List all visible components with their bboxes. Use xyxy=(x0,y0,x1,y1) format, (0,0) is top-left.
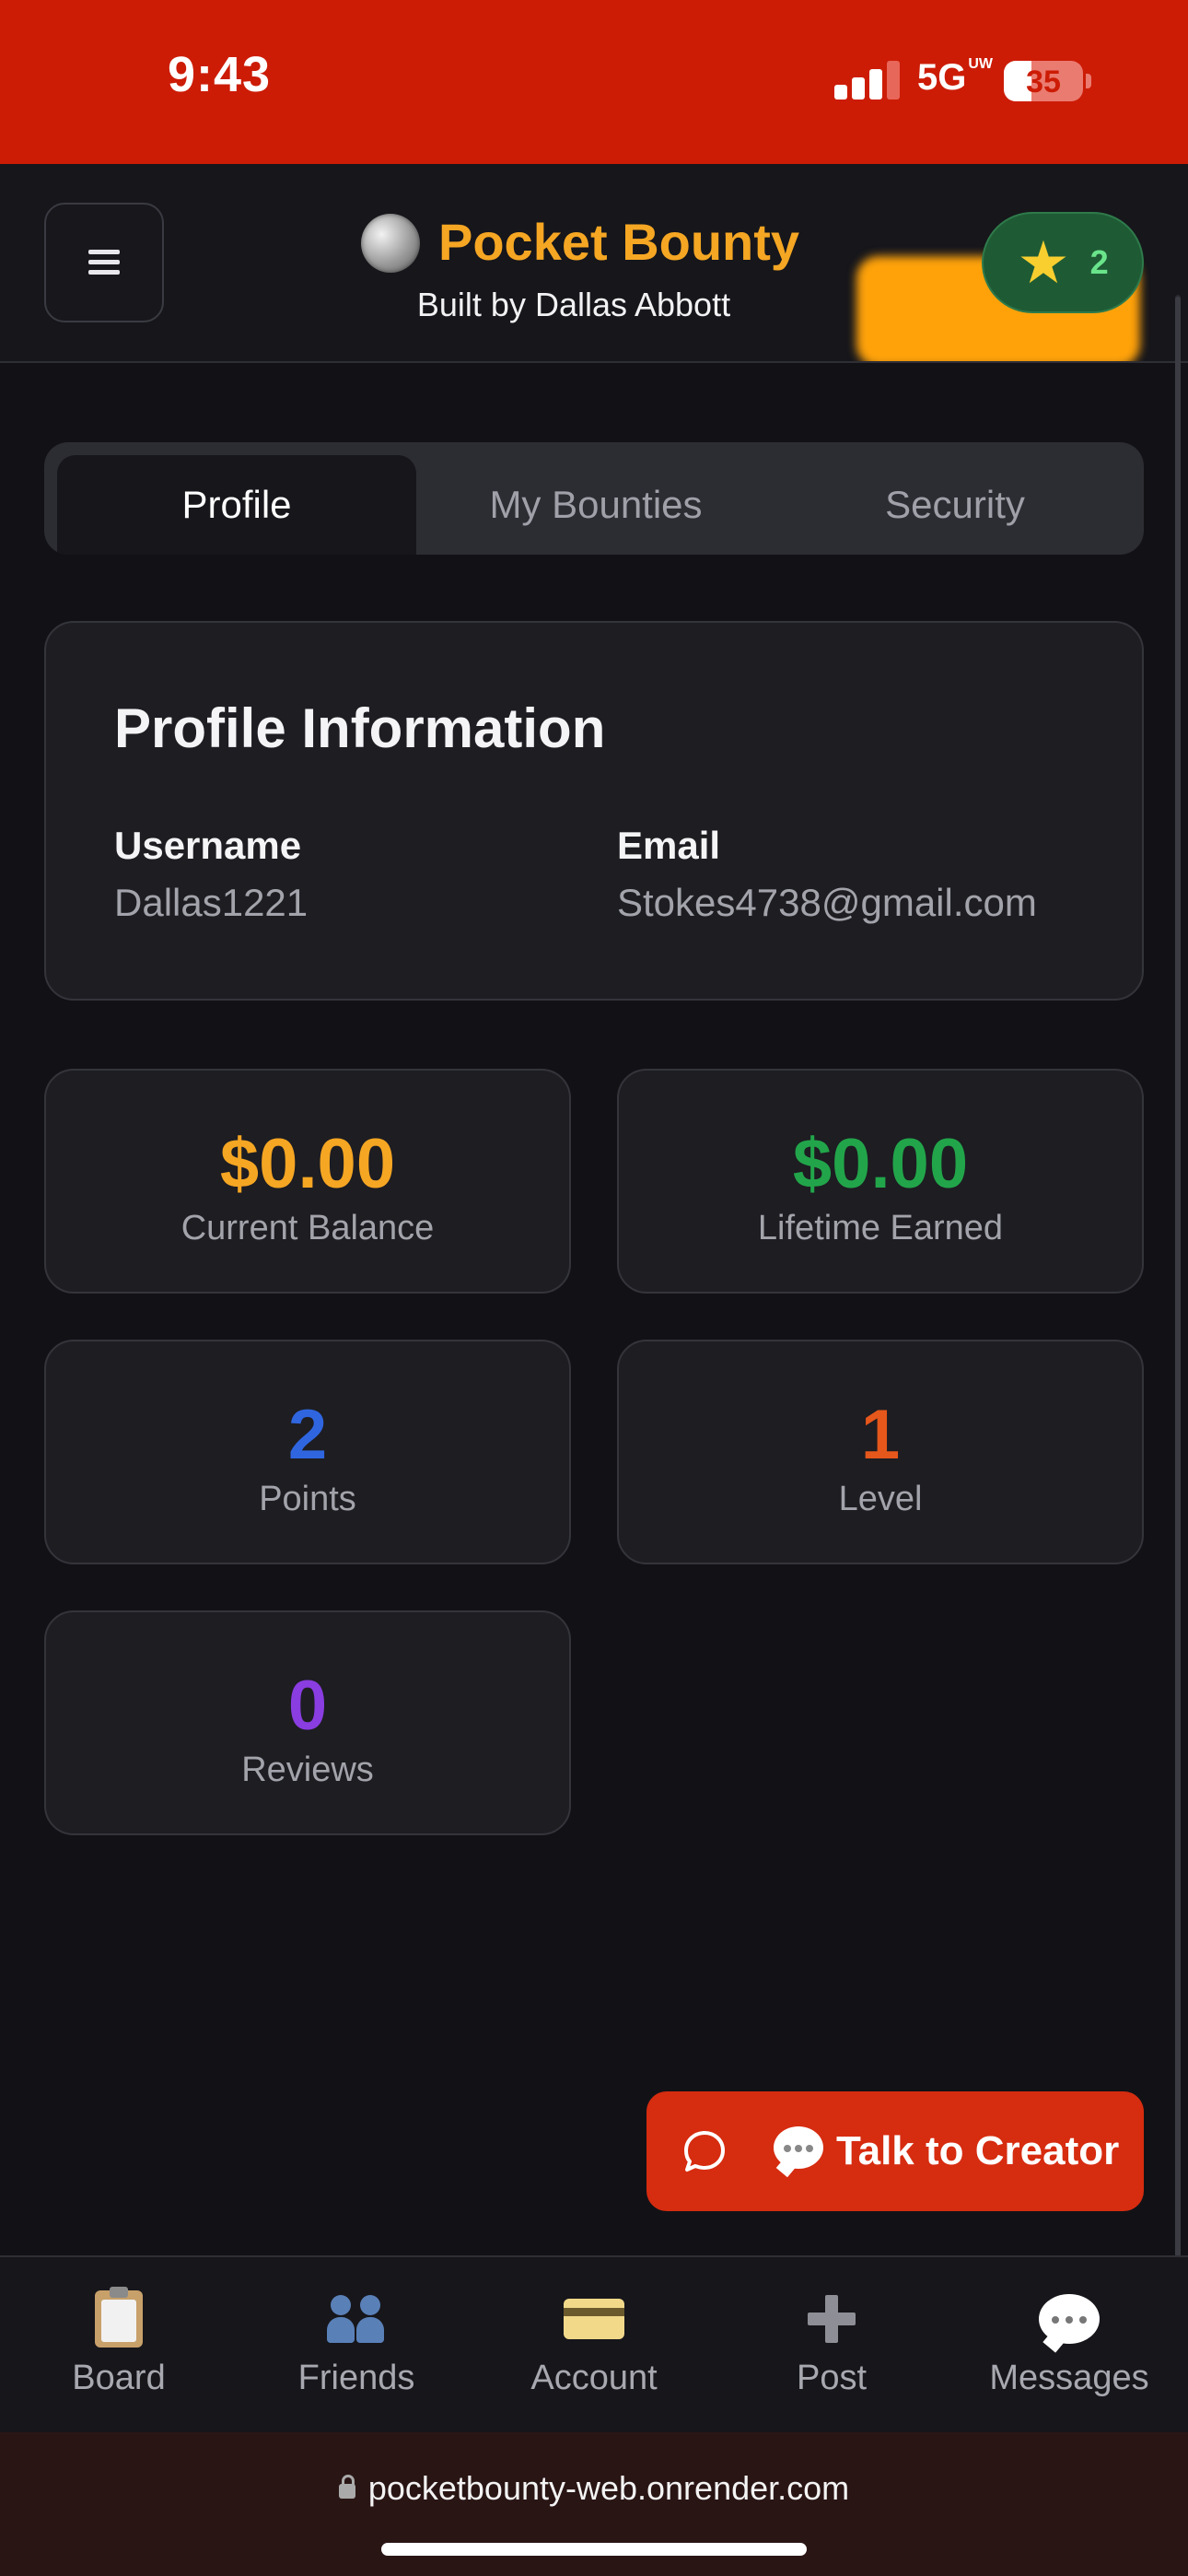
nav-label: Friends xyxy=(297,2359,415,2397)
app-header: Pocket Bounty Built by Dallas Abbott ★ 2 xyxy=(0,164,1188,363)
speech-bubble-icon xyxy=(1039,2294,1100,2344)
stat-label: Reviews xyxy=(241,1751,374,1789)
nav-label: Account xyxy=(530,2359,658,2397)
stat-value: $0.00 xyxy=(219,1125,396,1203)
star-icon: ★ xyxy=(1017,229,1070,296)
nav-label: Post xyxy=(796,2359,868,2397)
profile-information-card: Profile Information Username Dallas1221 … xyxy=(44,621,1144,1001)
stat-label: Current Balance xyxy=(181,1209,435,1247)
stat-level: 1 Level xyxy=(617,1340,1144,1564)
points-badge[interactable]: ★ 2 xyxy=(982,212,1144,313)
app-subtitle: Built by Dallas Abbott xyxy=(416,286,731,323)
nav-label: Board xyxy=(72,2359,166,2397)
account-tabs: Profile My Bounties Security xyxy=(44,442,1144,555)
credit-card-icon xyxy=(564,2299,624,2339)
stat-label: Level xyxy=(838,1480,923,1518)
bottom-nav: Board Friends Account Post Messages xyxy=(0,2255,1188,2432)
coin-icon xyxy=(361,214,420,273)
nav-friends[interactable]: Friends xyxy=(238,2257,475,2434)
url-text: pocketbounty-web.onrender.com xyxy=(367,2469,850,2507)
battery-tip xyxy=(1086,74,1091,88)
profile-title: Profile Information xyxy=(114,697,606,759)
stat-value: 0 xyxy=(287,1667,328,1745)
friends-icon xyxy=(327,2295,386,2343)
tab-my-bounties[interactable]: My Bounties xyxy=(416,455,775,555)
app-title: Pocket Bounty xyxy=(438,213,800,271)
stat-label: Lifetime Earned xyxy=(757,1209,1004,1247)
nav-messages[interactable]: Messages xyxy=(950,2257,1188,2434)
username-value: Dallas1221 xyxy=(114,881,309,924)
hamburger-icon xyxy=(88,250,120,275)
stat-value: 2 xyxy=(287,1396,328,1474)
username-label: Username xyxy=(114,824,302,867)
lock-icon xyxy=(338,2475,355,2499)
stat-points: 2 Points xyxy=(44,1340,571,1564)
nav-board[interactable]: Board xyxy=(0,2257,238,2434)
signal-icon xyxy=(834,61,901,100)
email-label: Email xyxy=(617,824,721,867)
points-badge-count: 2 xyxy=(1089,243,1109,281)
stat-current-balance: $0.00 Current Balance xyxy=(44,1069,571,1294)
network-indicator: 5G UW xyxy=(917,56,994,99)
app-screen: 9:43 5G UW 35 Pocket Bounty Built by Dall… xyxy=(0,0,1188,2576)
nav-label: Messages xyxy=(989,2359,1149,2397)
talk-to-creator-button[interactable]: Talk to Creator xyxy=(646,2091,1144,2211)
nav-post[interactable]: Post xyxy=(713,2257,950,2434)
scrollbar-thumb[interactable] xyxy=(1175,297,1181,2416)
tab-profile[interactable]: Profile xyxy=(57,455,416,555)
status-time: 9:43 xyxy=(168,47,272,102)
nav-account[interactable]: Account xyxy=(475,2257,713,2434)
stat-label: Points xyxy=(259,1480,356,1518)
stat-lifetime-earned: $0.00 Lifetime Earned xyxy=(617,1069,1144,1294)
speech-bubble-icon xyxy=(774,2126,823,2169)
home-indicator[interactable] xyxy=(381,2543,807,2556)
chat-outline-icon xyxy=(684,2131,725,2172)
status-bar: 9:43 5G UW 35 xyxy=(0,0,1188,164)
battery-icon: 35 xyxy=(1004,61,1083,101)
battery-percent: 35 xyxy=(1026,64,1061,100)
tab-security[interactable]: Security xyxy=(775,455,1135,555)
clipboard-icon xyxy=(95,2287,143,2348)
stat-value: $0.00 xyxy=(792,1125,969,1203)
talk-to-creator-label: Talk to Creator xyxy=(836,2128,1120,2173)
plus-icon xyxy=(808,2295,856,2343)
stat-reviews: 0 Reviews xyxy=(44,1610,571,1835)
email-value: Stokes4738@gmail.com xyxy=(617,881,1037,924)
stat-value: 1 xyxy=(860,1396,901,1474)
